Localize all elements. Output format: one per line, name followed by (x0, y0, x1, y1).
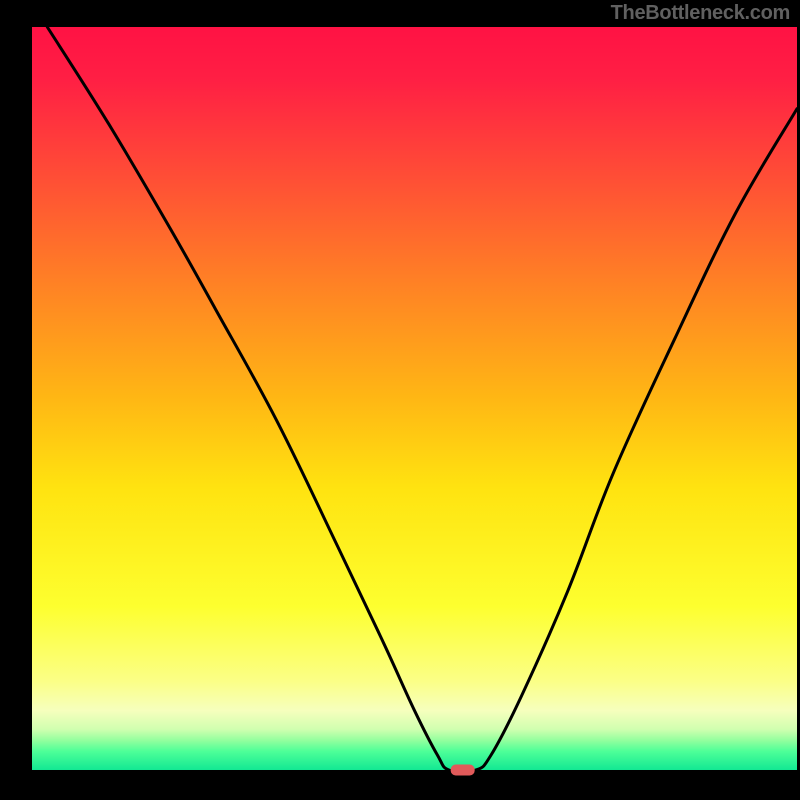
chart-container: { "attribution": "TheBottleneck.com", "c… (0, 0, 800, 800)
plot-background (32, 27, 797, 770)
attribution-text: TheBottleneck.com (611, 2, 790, 25)
optimal-marker (451, 765, 475, 776)
chart-svg (0, 0, 800, 800)
